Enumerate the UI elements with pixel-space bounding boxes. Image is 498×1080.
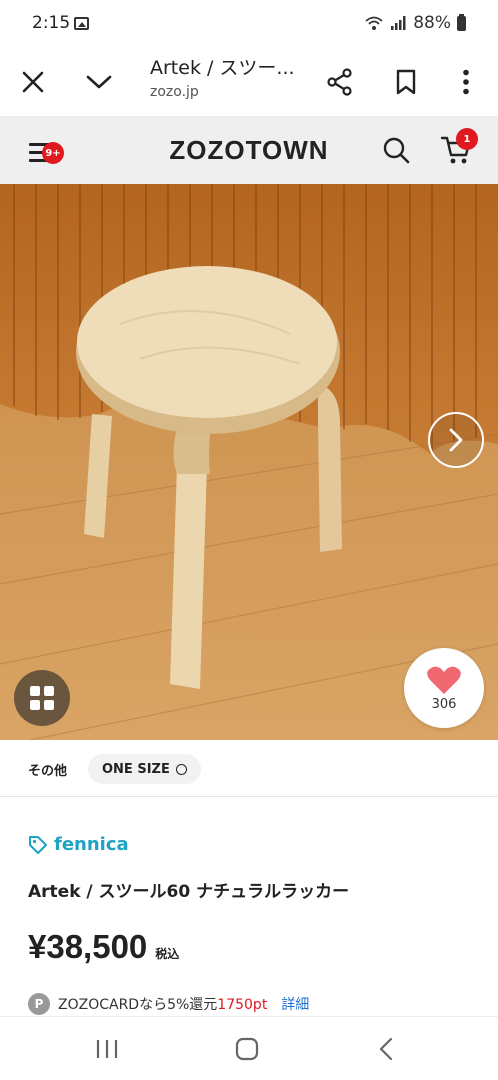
signal-icon bbox=[391, 16, 406, 30]
search-button[interactable] bbox=[376, 130, 416, 170]
photo-notification-icon bbox=[74, 17, 89, 30]
product-price: ¥38,500 bbox=[28, 928, 148, 965]
brand-name: fennica bbox=[54, 834, 129, 855]
cart-count-badge: 1 bbox=[456, 128, 478, 150]
page-title[interactable]: Artek / スツー... bbox=[150, 53, 295, 80]
close-icon bbox=[22, 71, 44, 93]
chevron-down-icon bbox=[86, 75, 112, 89]
share-button[interactable] bbox=[320, 62, 360, 102]
battery-icon bbox=[457, 13, 466, 31]
home-button[interactable] bbox=[227, 1029, 267, 1069]
battery-percent: 88% bbox=[413, 13, 451, 33]
browser-toolbar: Artek / スツー... zozo.jp bbox=[0, 48, 498, 116]
status-bar: 2:15 88% bbox=[0, 0, 498, 48]
points-description: ZOZOCARDなら5%還元 bbox=[58, 997, 218, 1013]
image-grid-button[interactable] bbox=[14, 670, 70, 726]
brand-link[interactable]: fennica bbox=[28, 834, 129, 855]
tag-icon bbox=[29, 835, 47, 854]
next-image-button[interactable] bbox=[428, 412, 484, 468]
status-time: 2:15 bbox=[32, 13, 71, 33]
product-name: Artek / スツール60 ナチュラルラッカー bbox=[28, 882, 350, 902]
site-logo[interactable]: ZOZOTOWN bbox=[0, 135, 498, 166]
system-nav-bar bbox=[0, 1016, 498, 1080]
status-right: 88% bbox=[365, 13, 466, 33]
points-icon: P bbox=[28, 993, 50, 1015]
minimize-button[interactable] bbox=[79, 62, 119, 102]
back-icon bbox=[379, 1037, 393, 1061]
recent-apps-icon bbox=[96, 1040, 118, 1058]
home-icon bbox=[235, 1037, 259, 1061]
product-image-carousel[interactable]: 306 bbox=[0, 184, 498, 740]
more-options-button[interactable] bbox=[446, 62, 486, 102]
recent-apps-button[interactable] bbox=[87, 1029, 127, 1069]
size-chip[interactable]: ONE SIZE bbox=[88, 754, 201, 784]
favorite-count: 306 bbox=[431, 696, 457, 712]
bookmark-button[interactable] bbox=[386, 62, 426, 102]
site-header: 9+ ZOZOTOWN bbox=[0, 116, 498, 184]
variant-row: その他 ONE SIZE bbox=[0, 740, 498, 797]
wifi-icon bbox=[365, 16, 383, 30]
grid-icon bbox=[30, 686, 54, 710]
more-vert-icon bbox=[463, 69, 469, 95]
page-domain[interactable]: zozo.jp bbox=[150, 84, 199, 100]
points-value: 1750pt bbox=[217, 997, 268, 1013]
bookmark-icon bbox=[396, 69, 416, 95]
back-button[interactable] bbox=[366, 1029, 406, 1069]
share-icon bbox=[327, 68, 352, 96]
in-stock-icon bbox=[175, 763, 187, 775]
tax-label: 税込 bbox=[155, 947, 180, 961]
size-label: ONE SIZE bbox=[102, 761, 170, 777]
price-row: ¥38,500 税込 bbox=[28, 928, 179, 966]
points-row: P ZOZOCARDなら5%還元1750pt 詳細 bbox=[28, 993, 309, 1015]
points-text: ZOZOCARDなら5%還元1750pt bbox=[58, 994, 267, 1014]
heart-icon bbox=[427, 666, 461, 694]
favorite-button[interactable]: 306 bbox=[404, 648, 484, 728]
search-icon bbox=[383, 137, 410, 164]
color-label: その他 bbox=[28, 764, 68, 779]
chevron-right-icon bbox=[449, 428, 463, 452]
close-tab-button[interactable] bbox=[13, 62, 53, 102]
points-detail-link[interactable]: 詳細 bbox=[281, 994, 309, 1014]
